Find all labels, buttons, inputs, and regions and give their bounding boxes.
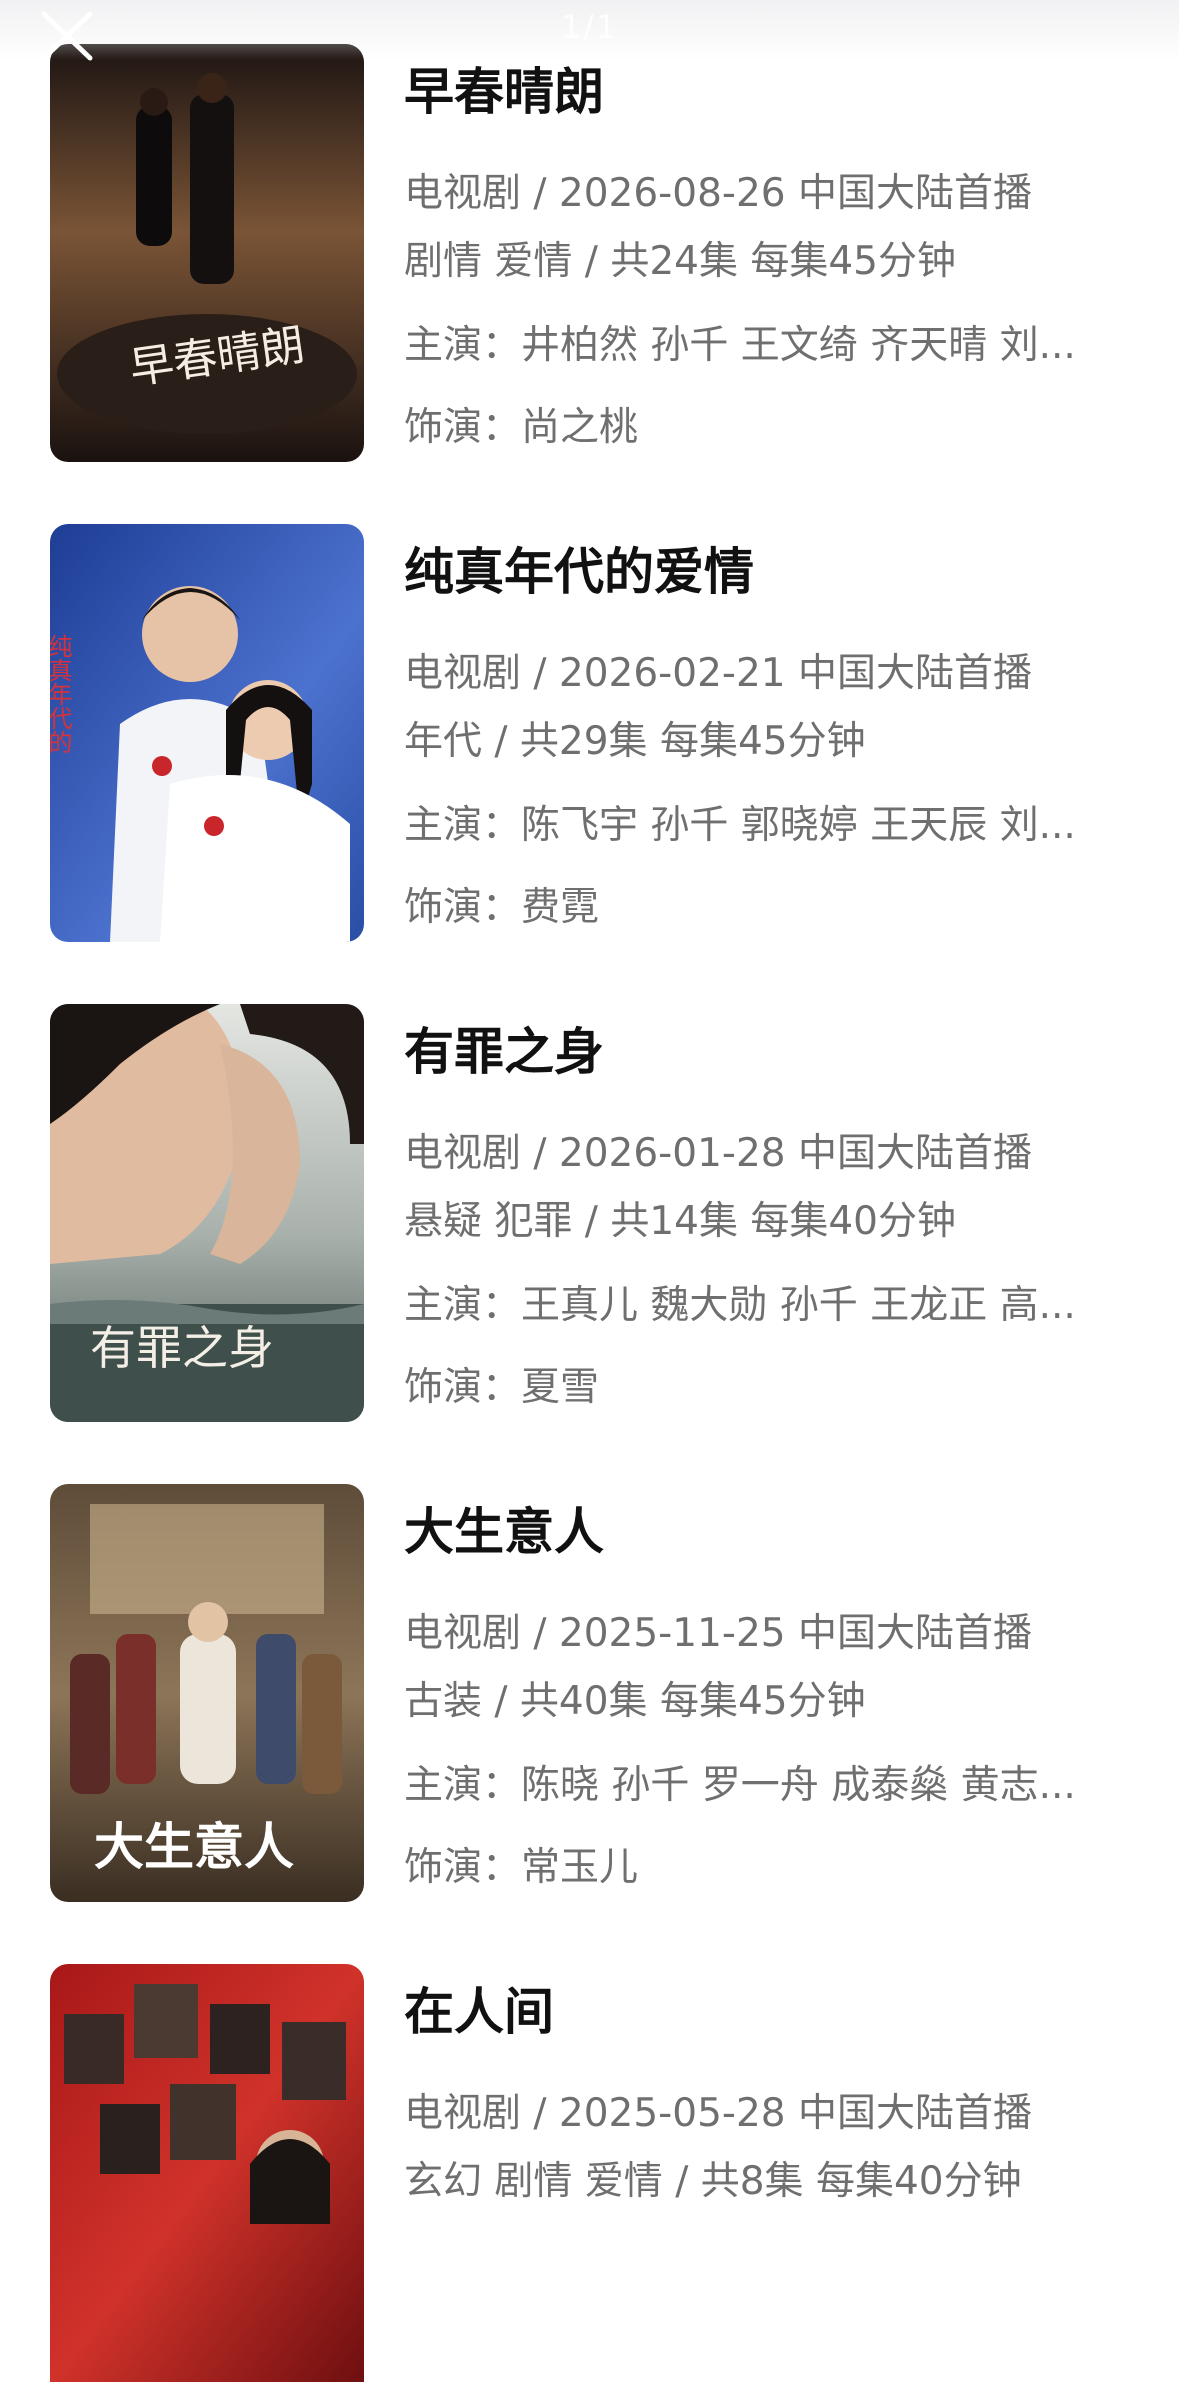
poster-image: 有罪之身 [50,1004,364,1422]
item-genre-episodes: 悬疑 犯罪 / 共14集 每集40分钟 [404,1199,956,1244]
cast-label: 主演： [404,1763,522,1808]
item-role: 饰演：常玉儿 [404,1836,1124,1892]
item-title: 大生意人 [404,1503,604,1561]
item-title: 有罪之身 [404,1023,604,1081]
page-indicator: 1/1 [560,8,619,46]
role-label: 饰演： [404,1845,522,1890]
cast-names: 王真儿 魏大勋 孙千 王龙正 高... [521,1283,1076,1328]
svg-text:大生意人: 大生意人 [94,1817,294,1876]
item-type-date: 电视剧 / 2026-01-28 中国大陆首播 [404,1131,1032,1176]
svg-text:纯真年代的: 纯真年代的 [50,634,72,754]
item-role: 饰演：夏雪 [404,1356,1124,1412]
role-name: 尚之桃 [521,405,639,450]
role-label: 饰演： [404,885,522,930]
cast-label: 主演： [404,323,522,368]
cast-label: 主演： [404,1283,522,1328]
poster-image: 纯真年代的 [50,524,364,942]
item-type-date: 电视剧 / 2026-08-26 中国大陆首播 [404,171,1032,216]
svg-text:有罪之身: 有罪之身 [90,1321,274,1375]
cast-label: 主演： [404,803,522,848]
close-icon [41,11,93,61]
close-button[interactable] [34,8,98,64]
item-genre-episodes: 剧情 爱情 / 共24集 每集45分钟 [404,239,956,284]
cast-names: 陈飞宇 孙千 郭晓婷 王天辰 刘... [521,803,1076,848]
cast-names: 陈晓 孙千 罗一舟 成泰燊 黄志... [521,1763,1076,1808]
poster-image: 早春晴朗 [50,44,364,462]
role-name: 费霓 [521,885,600,930]
item-title: 在人间 [404,1983,554,2041]
poster-image: 大生意人 [50,1484,364,1902]
item-cast: 主演：井柏然 孙千 王文绮 齐天晴 刘... [404,314,1124,370]
item-role: 饰演：费霓 [404,876,1124,932]
list-item[interactable]: 纯真年代的 纯真年代的爱情 电视剧 / 2026-02-21 中国大陆首播 年代… [0,524,1179,944]
role-name: 常玉儿 [521,1845,639,1890]
item-title: 早春晴朗 [404,63,604,121]
item-cast: 主演：陈飞宇 孙千 郭晓婷 王天辰 刘... [404,794,1124,850]
item-type-date: 电视剧 / 2026-02-21 中国大陆首播 [404,651,1032,696]
list-item[interactable]: 大生意人 大生意人 电视剧 / 2025-11-25 中国大陆首播 古装 / 共… [0,1484,1179,1904]
item-genre-episodes: 玄幻 剧情 爱情 / 共8集 每集40分钟 [404,2159,1022,2204]
role-label: 饰演： [404,1365,522,1410]
list-item[interactable]: 早春晴朗 早春晴朗 电视剧 / 2026-08-26 中国大陆首播 剧情 爱情 … [0,44,1179,464]
item-title: 纯真年代的爱情 [404,543,754,601]
top-bar: 1/1 [0,0,1179,61]
list-item[interactable]: 有罪之身 有罪之身 电视剧 / 2026-01-28 中国大陆首播 悬疑 犯罪 … [0,1004,1179,1424]
role-name: 夏雪 [521,1365,600,1410]
cast-names: 井柏然 孙千 王文绮 齐天晴 刘... [521,323,1076,368]
item-genre-episodes: 古装 / 共40集 每集45分钟 [404,1679,866,1724]
item-type-date: 电视剧 / 2025-05-28 中国大陆首播 [404,2091,1032,2136]
item-cast: 主演：陈晓 孙千 罗一舟 成泰燊 黄志... [404,1754,1124,1810]
poster-image [50,1964,364,2382]
list-item[interactable]: 在人间 电视剧 / 2025-05-28 中国大陆首播 玄幻 剧情 爱情 / 共… [0,1964,1179,2384]
role-label: 饰演： [404,405,522,450]
item-genre-episodes: 年代 / 共29集 每集45分钟 [404,719,866,764]
item-role: 饰演：尚之桃 [404,396,1124,452]
item-cast: 主演：王真儿 魏大勋 孙千 王龙正 高... [404,1274,1124,1330]
item-type-date: 电视剧 / 2025-11-25 中国大陆首播 [404,1611,1032,1656]
